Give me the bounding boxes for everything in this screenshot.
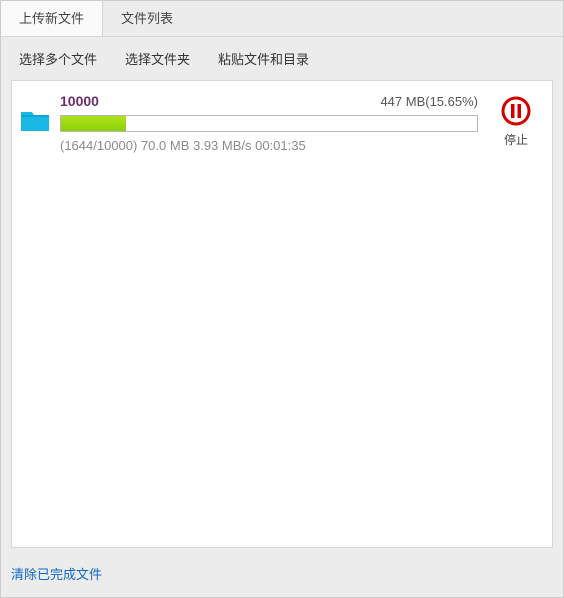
- upload-row: 10000 447 MB(15.65%) (1644/10000) 70.0 M…: [20, 93, 544, 153]
- pause-button[interactable]: [500, 95, 532, 127]
- clear-completed-link[interactable]: 清除已完成文件: [11, 567, 102, 582]
- toolbar: 选择多个文件 选择文件夹 粘贴文件和目录: [1, 37, 563, 80]
- progress-column: 10000 447 MB(15.65%) (1644/10000) 70.0 M…: [60, 93, 478, 153]
- footer: 清除已完成文件: [1, 556, 563, 597]
- upload-size: 447 MB: [380, 94, 425, 109]
- tab-upload-new[interactable]: 上传新文件: [1, 1, 103, 36]
- paste-files-dirs-button[interactable]: 粘贴文件和目录: [218, 49, 309, 68]
- folder-icon: [20, 109, 50, 133]
- upload-stats: (1644/10000) 70.0 MB 3.93 MB/s 00:01:35: [60, 138, 478, 153]
- progress-bar: [61, 116, 126, 131]
- select-multiple-files-button[interactable]: 选择多个文件: [19, 49, 97, 68]
- tab-file-list[interactable]: 文件列表: [103, 1, 191, 36]
- upload-percent: (15.65%): [425, 94, 478, 109]
- select-folder-button[interactable]: 选择文件夹: [125, 49, 190, 68]
- progress-track: [60, 115, 478, 132]
- tabs: 上传新文件 文件列表: [1, 1, 563, 37]
- upload-window: 上传新文件 文件列表 选择多个文件 选择文件夹 粘贴文件和目录 10000 44…: [0, 0, 564, 598]
- upload-size-info: 447 MB(15.65%): [380, 94, 478, 109]
- upload-item-name: 10000: [60, 93, 99, 109]
- upload-list[interactable]: 10000 447 MB(15.65%) (1644/10000) 70.0 M…: [11, 80, 553, 548]
- pause-label: 停止: [504, 131, 528, 148]
- action-column: 停止: [488, 95, 544, 148]
